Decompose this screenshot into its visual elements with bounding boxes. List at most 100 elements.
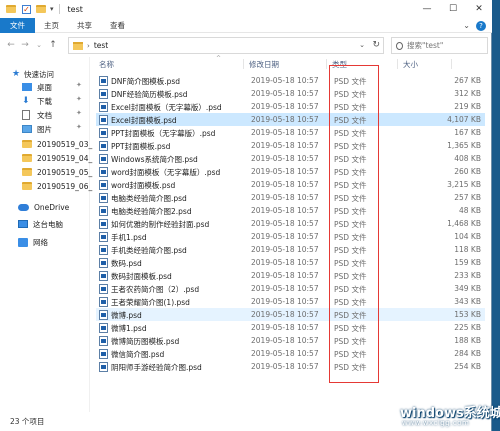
psd-file-icon — [99, 232, 108, 242]
file-name: 手机类经验简介图.psd — [111, 246, 187, 255]
sidebar-item-folder[interactable]: 20190519_06_ — [22, 179, 92, 193]
psd-file-icon — [99, 193, 108, 203]
psd-file-icon — [99, 297, 108, 307]
sidebar-item-network[interactable]: 网络 — [10, 235, 48, 249]
recent-locations-icon[interactable]: ⌄ — [32, 36, 46, 54]
chevron-down-icon[interactable]: ⌄ — [359, 41, 365, 49]
sidebar-item-this-pc[interactable]: 这台电脑 — [10, 217, 63, 231]
file-name: word封面模板.psd — [111, 181, 176, 190]
search-input[interactable] — [407, 41, 487, 50]
file-row[interactable]: PPT封面模板（无字幕版）.psd 2019-05-18 10:57 PSD 文件 1… — [96, 126, 485, 139]
file-row[interactable]: DNF经验简历模板.psd 2019-05-18 10:57 PSD 文件 312 K… — [96, 87, 485, 100]
file-name: Excel封面模板（无字幕版）.psd — [111, 103, 222, 112]
file-name: 数码.psd — [111, 259, 142, 268]
minimize-icon[interactable]: — — [414, 0, 440, 18]
title-bar: ✓ ▾ test — ☐ ✕ — [0, 0, 492, 18]
file-row[interactable]: 阴阳师手游经验简介图.psd 2019-05-18 10:57 PSD 文件 254 … — [96, 360, 485, 373]
file-row[interactable]: 数码.psd 2019-05-18 10:57 PSD 文件 159 KB — [96, 256, 485, 269]
file-row[interactable]: 电脑类经验简介图2.psd 2019-05-18 10:57 PSD 文件 48 KB — [96, 204, 485, 217]
file-date: 2019-05-18 10:57 — [251, 154, 319, 163]
sidebar-item-quick-access[interactable]: ★ 快速访问 — [12, 67, 54, 81]
refresh-icon[interactable]: ↻ — [372, 40, 380, 50]
file-row[interactable]: 数码封面模板.psd 2019-05-18 10:57 PSD 文件 233 KB — [96, 269, 485, 282]
file-row[interactable]: Excel封面模板（无字幕版）.psd 2019-05-18 10:57 PSD 文… — [96, 100, 485, 113]
file-name: 微博简历图模板.psd — [111, 337, 180, 346]
sidebar-item-documents[interactable]: 文档 — [22, 108, 52, 122]
back-icon[interactable]: ← — [4, 36, 18, 54]
breadcrumb[interactable]: test — [94, 41, 108, 50]
file-name: 手机1.psd — [111, 233, 147, 242]
file-name: 电脑类经验简介图.psd — [111, 194, 187, 203]
tab-home[interactable]: 主页 — [35, 18, 68, 33]
tab-view[interactable]: 查看 — [101, 18, 134, 33]
file-type: PSD 文件 — [334, 207, 367, 216]
file-row[interactable]: Excel封面模板.psd 2019-05-18 10:57 PSD 文件 4,107… — [96, 113, 485, 126]
sidebar-item-folder[interactable]: 20190519_04_ — [22, 151, 92, 165]
file-row[interactable]: 王者荣耀简介图(1).psd 2019-05-18 10:57 PSD 文件 343 … — [96, 295, 485, 308]
file-row[interactable]: 微信简介图.psd 2019-05-18 10:57 PSD 文件 284 KB — [96, 347, 485, 360]
file-date: 2019-05-18 10:57 — [251, 271, 319, 280]
help-icon[interactable]: ? — [476, 20, 486, 31]
file-name: 阴阳师手游经验简介图.psd — [111, 363, 202, 372]
file-type: PSD 文件 — [334, 90, 367, 99]
column-divider[interactable] — [326, 59, 327, 69]
column-divider[interactable] — [451, 59, 452, 69]
file-date: 2019-05-18 10:57 — [251, 245, 319, 254]
file-name: DNF经验简历模板.psd — [111, 90, 188, 99]
folder-icon — [73, 41, 83, 50]
file-row[interactable]: word封面模板.psd 2019-05-18 10:57 PSD 文件 3,215 … — [96, 178, 485, 191]
document-icon — [22, 110, 30, 120]
file-row[interactable]: 微博1.psd 2019-05-18 10:57 PSD 文件 225 KB — [96, 321, 485, 334]
file-date: 2019-05-18 10:57 — [251, 102, 319, 111]
sidebar-item-folder[interactable]: 20190519_03_ — [22, 137, 92, 151]
column-divider[interactable] — [243, 59, 244, 69]
file-row[interactable]: 电脑类经验简介图.psd 2019-05-18 10:57 PSD 文件 257 KB — [96, 191, 485, 204]
column-header-name[interactable]: 名称 — [99, 59, 114, 70]
file-type: PSD 文件 — [334, 142, 367, 151]
pin-icon[interactable]: ✦ — [76, 123, 82, 131]
psd-file-icon — [99, 115, 108, 125]
sidebar-item-desktop[interactable]: 桌面 — [22, 80, 52, 94]
sidebar-item-folder[interactable]: 20190519_05_ — [22, 165, 92, 179]
forward-icon[interactable]: → — [18, 36, 32, 54]
sidebar-item-downloads[interactable]: ⬇ 下载 — [22, 94, 52, 108]
sidebar-item-label: 网络 — [33, 237, 48, 247]
up-icon[interactable]: ↑ — [46, 36, 60, 54]
search-box[interactable] — [391, 37, 488, 54]
pin-icon[interactable]: ✦ — [76, 109, 82, 117]
new-folder-icon[interactable] — [36, 5, 46, 13]
tab-file[interactable]: 文件 — [0, 17, 35, 33]
chevron-right-icon[interactable]: › — [87, 42, 90, 50]
customize-toolbar-icon[interactable]: ▾ — [50, 5, 54, 13]
file-row[interactable]: DNF简介图模板.psd 2019-05-18 10:57 PSD 文件 267 KB — [96, 74, 485, 87]
properties-icon[interactable]: ✓ — [22, 4, 31, 14]
file-row[interactable]: 微博简历图模板.psd 2019-05-18 10:57 PSD 文件 188 KB — [96, 334, 485, 347]
sidebar-item-onedrive[interactable]: OneDrive — [10, 200, 69, 214]
file-date: 2019-05-18 10:57 — [251, 76, 319, 85]
file-row[interactable]: PPT封面模板.psd 2019-05-18 10:57 PSD 文件 1,365 K… — [96, 139, 485, 152]
maximize-icon[interactable]: ☐ — [440, 0, 466, 18]
tab-share[interactable]: 共享 — [68, 18, 101, 33]
file-row[interactable]: 手机1.psd 2019-05-18 10:57 PSD 文件 104 KB — [96, 230, 485, 243]
file-row[interactable]: word封面模板（无字幕版）.psd 2019-05-18 10:57 PSD 文件… — [96, 165, 485, 178]
close-icon[interactable]: ✕ — [466, 0, 492, 18]
column-header-size[interactable]: 大小 — [403, 59, 418, 70]
file-row[interactable]: 手机类经验简介图.psd 2019-05-18 10:57 PSD 文件 118 KB — [96, 243, 485, 256]
file-size: 118 KB — [454, 245, 481, 254]
folder-icon — [22, 182, 32, 190]
file-row[interactable]: 王者农药简介图（2）.psd 2019-05-18 10:57 PSD 文件 349 … — [96, 282, 485, 295]
file-row[interactable]: Windows系统简介图.psd 2019-05-18 10:57 PSD 文件 40… — [96, 152, 485, 165]
sidebar-item-pictures[interactable]: 图片 — [22, 122, 52, 136]
pin-icon[interactable]: ✦ — [76, 81, 82, 89]
sidebar-item-label: 快速访问 — [24, 69, 54, 79]
vertical-scrollbar[interactable] — [482, 57, 490, 412]
column-divider[interactable] — [397, 59, 398, 69]
file-row[interactable]: 微博.psd 2019-05-18 10:57 PSD 文件 153 KB — [96, 308, 485, 321]
column-header-date[interactable]: 修改日期 — [249, 59, 279, 70]
expand-ribbon-icon[interactable]: ⌄ — [463, 21, 470, 30]
pin-icon[interactable]: ✦ — [76, 95, 82, 103]
file-row[interactable]: 如何优雅的制作经验封面.psd 2019-05-18 10:57 PSD 文件 1,4… — [96, 217, 485, 230]
address-bar[interactable]: › test ⌄ ↻ — [68, 37, 384, 54]
psd-file-icon — [99, 362, 108, 372]
column-header-type[interactable]: 类型 — [332, 59, 347, 70]
